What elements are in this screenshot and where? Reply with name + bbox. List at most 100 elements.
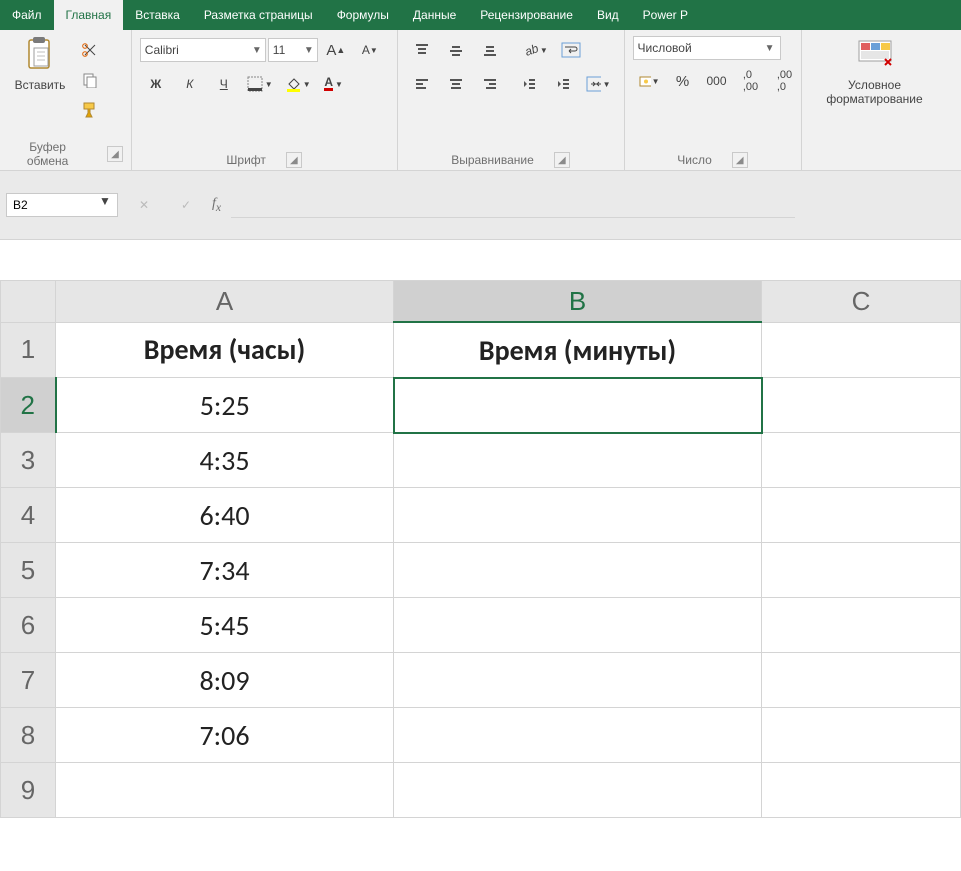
underline-button[interactable]: Ч	[208, 70, 240, 98]
align-right-button[interactable]	[474, 70, 506, 98]
dialog-launcher-icon[interactable]: ◢	[286, 152, 302, 168]
tab-вид[interactable]: Вид	[585, 0, 631, 30]
paste-button[interactable]: Вставить	[8, 36, 72, 92]
dialog-launcher-icon[interactable]: ◢	[732, 152, 748, 168]
conditional-formatting-button[interactable]: Условное форматирование	[810, 36, 940, 106]
cell[interactable]: 7:34	[56, 543, 394, 598]
cell[interactable]	[394, 708, 762, 763]
column-header[interactable]: B	[394, 281, 762, 323]
paste-icon	[22, 36, 58, 72]
cell[interactable]: 4:35	[56, 433, 394, 488]
cell[interactable]	[762, 322, 961, 378]
font-name-input[interactable]	[141, 43, 249, 57]
row-header[interactable]: 4	[1, 488, 56, 543]
cell[interactable]: 5:25	[56, 378, 394, 433]
font-size-input[interactable]	[269, 43, 301, 57]
font-color-button[interactable]: А▼	[318, 70, 350, 98]
row-header[interactable]: 1	[1, 322, 56, 378]
chevron-down-icon: ▼	[99, 194, 111, 216]
align-left-button[interactable]	[406, 70, 438, 98]
cell[interactable]: Время (минуты)	[394, 322, 762, 378]
decrease-indent-button[interactable]	[513, 70, 545, 98]
percent-button[interactable]: %	[667, 67, 699, 95]
increase-font-button[interactable]: A▲	[320, 36, 352, 64]
enter-formula-button[interactable]: ✓	[170, 191, 202, 219]
decrease-font-button[interactable]: A▼	[354, 36, 386, 64]
cell[interactable]	[394, 598, 762, 653]
font-name-dropdown[interactable]: ▼	[140, 38, 266, 62]
tab-данные[interactable]: Данные	[401, 0, 468, 30]
orientation-button[interactable]: ab▼	[520, 36, 553, 64]
cell[interactable]	[394, 378, 762, 433]
name-box-input[interactable]	[7, 194, 99, 216]
cell[interactable]	[394, 763, 762, 818]
select-all-cell[interactable]	[1, 281, 56, 323]
tab-разметка страницы[interactable]: Разметка страницы	[192, 0, 325, 30]
increase-indent-button[interactable]	[547, 70, 579, 98]
column-header[interactable]: A	[56, 281, 394, 323]
align-middle-button[interactable]	[440, 36, 472, 64]
formula-input[interactable]	[231, 193, 795, 218]
currency-button[interactable]: ▼	[633, 67, 665, 95]
row-header[interactable]: 8	[1, 708, 56, 763]
cell[interactable]	[762, 653, 961, 708]
increase-decimal-button[interactable]: ,0,00	[735, 66, 767, 96]
cancel-formula-button[interactable]: ✕	[128, 191, 160, 219]
dialog-launcher-icon[interactable]: ◢	[554, 152, 570, 168]
row-header[interactable]: 6	[1, 598, 56, 653]
cell[interactable]: 8:09	[56, 653, 394, 708]
copy-button[interactable]	[74, 66, 106, 94]
cell[interactable]	[762, 488, 961, 543]
row-header[interactable]: 3	[1, 433, 56, 488]
cell[interactable]	[762, 598, 961, 653]
tab-power p[interactable]: Power P	[631, 0, 700, 30]
align-top-button[interactable]	[406, 36, 438, 64]
italic-button[interactable]: К	[174, 70, 206, 98]
merge-icon	[586, 76, 601, 92]
tab-вставка[interactable]: Вставка	[123, 0, 192, 30]
align-bottom-button[interactable]	[474, 36, 506, 64]
row-header[interactable]: 2	[1, 378, 56, 433]
bold-button[interactable]: Ж	[140, 70, 172, 98]
align-center-button[interactable]	[440, 70, 472, 98]
cell[interactable]	[762, 433, 961, 488]
cell[interactable]	[56, 763, 394, 818]
row-header[interactable]: 9	[1, 763, 56, 818]
cell[interactable]: Время (часы)	[56, 322, 394, 378]
merge-button[interactable]: ▼	[581, 70, 616, 98]
cell[interactable]	[762, 543, 961, 598]
group-alignment-label: Выравнивание	[451, 153, 534, 167]
font-size-dropdown[interactable]: ▼	[268, 38, 318, 62]
cell[interactable]	[762, 763, 961, 818]
tab-формулы[interactable]: Формулы	[325, 0, 401, 30]
dialog-launcher-icon[interactable]: ◢	[107, 146, 123, 162]
name-box[interactable]: ▼	[6, 193, 118, 217]
cell[interactable]	[394, 488, 762, 543]
group-clipboard-label: Буфер обмена	[8, 140, 87, 168]
border-button[interactable]: ▼	[242, 70, 278, 98]
column-header[interactable]: C	[762, 281, 961, 323]
cell[interactable]	[394, 543, 762, 598]
number-format-input[interactable]	[634, 41, 762, 55]
tab-файл[interactable]: Файл	[0, 0, 54, 30]
decrease-decimal-button[interactable]: ,00,0	[769, 66, 801, 96]
fx-icon[interactable]: fx	[212, 196, 221, 214]
comma-button[interactable]: 000	[701, 67, 733, 95]
cut-button[interactable]	[74, 36, 106, 64]
tab-рецензирование[interactable]: Рецензирование	[468, 0, 585, 30]
fill-color-button[interactable]: ▼	[280, 70, 316, 98]
chevron-down-icon: ▼	[249, 45, 265, 56]
wrap-text-button[interactable]	[555, 36, 587, 64]
cell[interactable]: 5:45	[56, 598, 394, 653]
cell[interactable]	[394, 653, 762, 708]
tab-главная[interactable]: Главная	[54, 0, 124, 30]
row-header[interactable]: 5	[1, 543, 56, 598]
cell[interactable]	[762, 378, 961, 433]
number-format-dropdown[interactable]: ▼	[633, 36, 781, 60]
format-painter-button[interactable]	[74, 96, 106, 124]
cell[interactable]: 6:40	[56, 488, 394, 543]
cell[interactable]: 7:06	[56, 708, 394, 763]
cell[interactable]	[762, 708, 961, 763]
row-header[interactable]: 7	[1, 653, 56, 708]
cell[interactable]	[394, 433, 762, 488]
